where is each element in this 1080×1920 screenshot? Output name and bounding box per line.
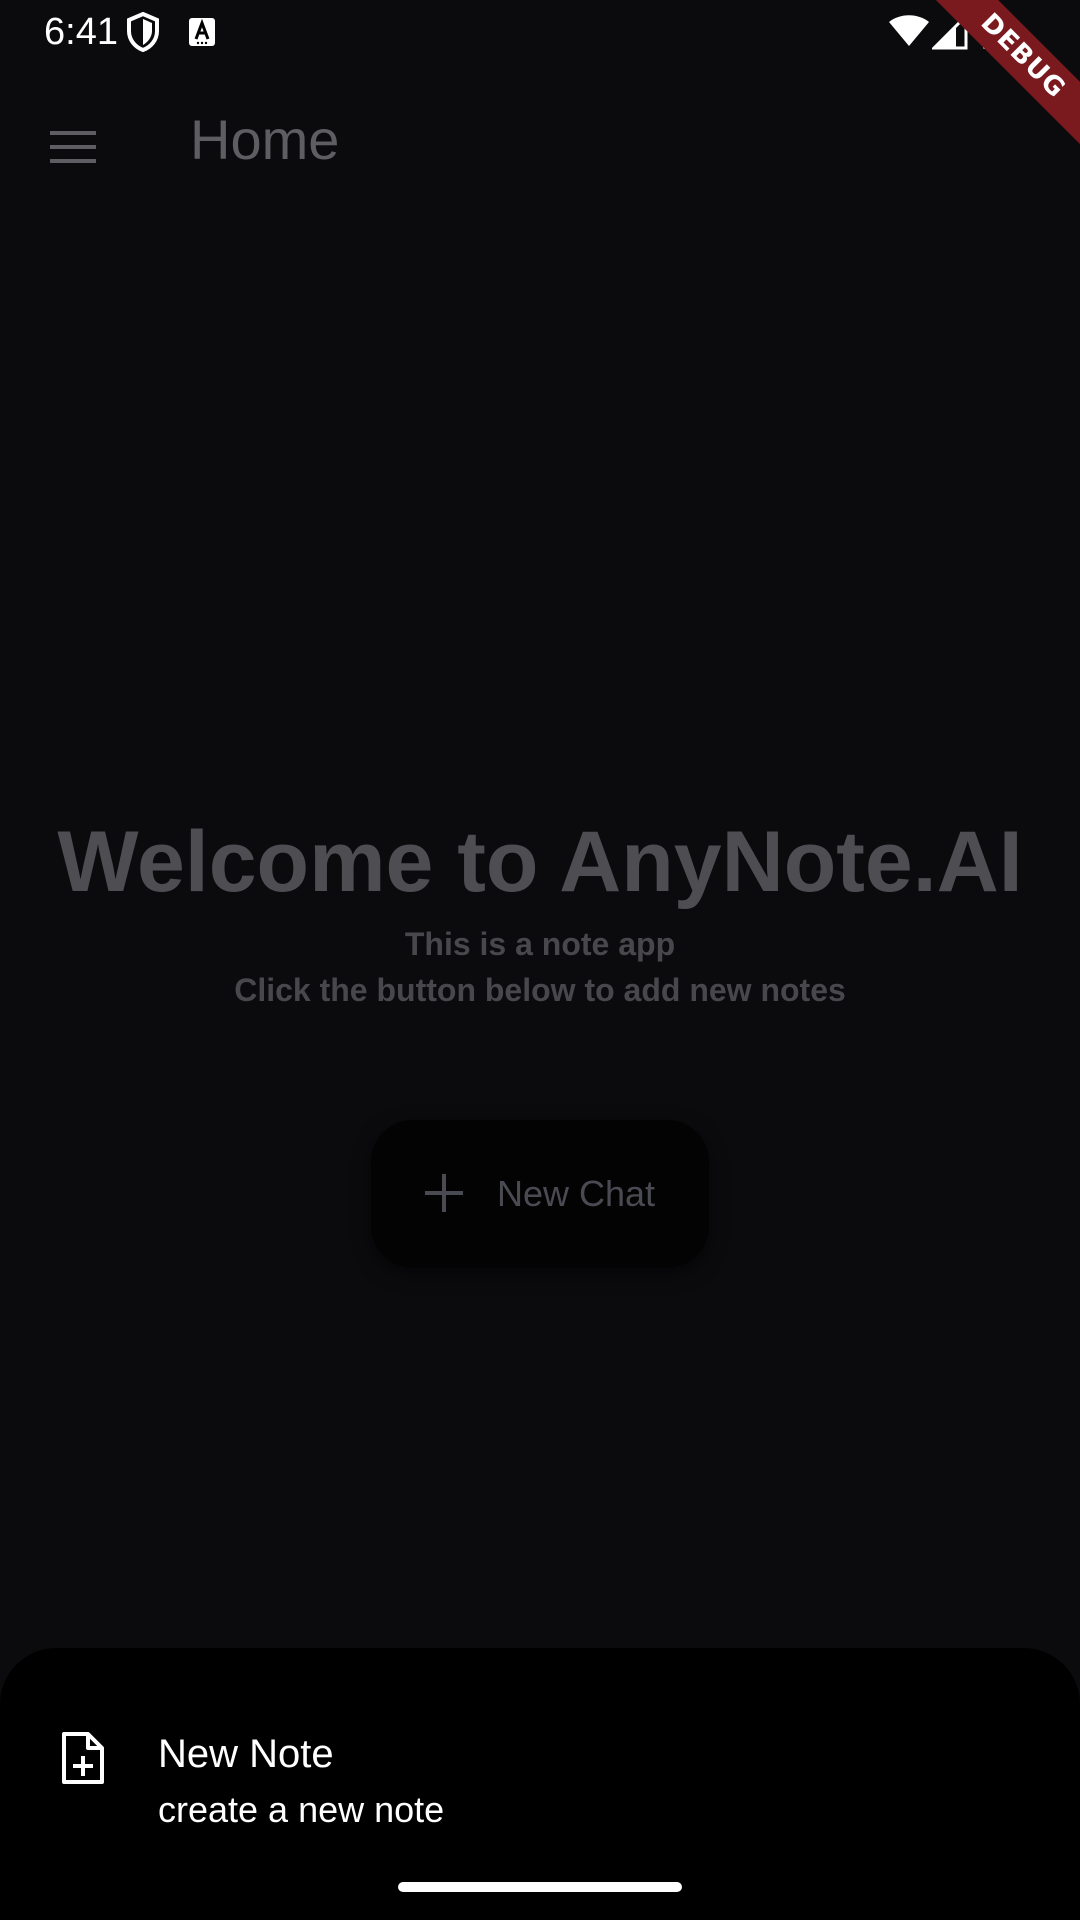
home-indicator[interactable] <box>398 1882 682 1892</box>
new-note-title: New Note <box>158 1732 334 1776</box>
new-note-item[interactable]: New Note create a new note <box>0 1678 1080 1830</box>
screen: 6:41 DEBUG Home Welcome to AnyNote.AI Th… <box>0 0 1080 1920</box>
welcome-title: Welcome to AnyNote.AI <box>57 814 1023 910</box>
shield-icon <box>126 11 160 57</box>
plus-icon <box>423 1172 465 1219</box>
new-chat-button[interactable]: New Chat <box>371 1120 709 1268</box>
menu-button[interactable] <box>30 104 116 190</box>
wifi-icon <box>888 14 930 53</box>
status-bar: 6:41 <box>0 0 1080 64</box>
app-bar: Home <box>0 64 1080 206</box>
note-add-icon <box>60 1730 106 1791</box>
welcome-subtitle-line2: Click the button below to add new notes <box>234 972 846 1008</box>
new-chat-label: New Chat <box>497 1173 656 1214</box>
welcome-subtitle-line1: This is a note app <box>404 926 676 962</box>
a-icon <box>188 17 216 52</box>
page-title: Home <box>190 108 340 171</box>
status-time: 6:41 <box>44 11 118 53</box>
bottom-sheet: New Note create a new note <box>0 1648 1080 1920</box>
new-note-subtitle: create a new note <box>158 1789 445 1830</box>
